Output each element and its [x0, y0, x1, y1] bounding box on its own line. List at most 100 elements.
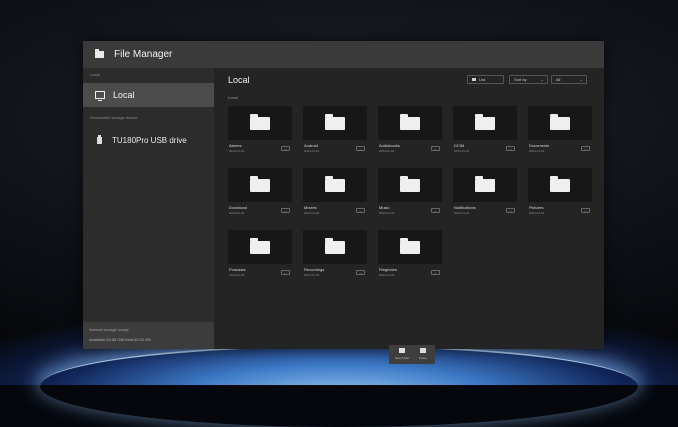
- folder-thumbnail: [303, 230, 367, 264]
- sidebar-item-label: TU180Pro USB drive: [112, 135, 187, 145]
- folder-thumbnail: [378, 168, 442, 202]
- more-options-button[interactable]: ...: [281, 208, 290, 213]
- folder-date: 2024-01-01: [229, 211, 245, 215]
- folder-name: Pictures: [529, 205, 544, 210]
- folder-icon: [95, 49, 104, 58]
- folder-thumbnail: [228, 168, 292, 202]
- folder-icon: [550, 175, 570, 192]
- folder-tile[interactable]: Audiobooks 2024-01-01...: [378, 106, 446, 159]
- title-bar: File Manager: [83, 41, 604, 68]
- more-options-button[interactable]: ...: [281, 270, 290, 275]
- folder-icon: [475, 175, 495, 192]
- folder-tile[interactable]: DCIM 2024-01-01...: [453, 106, 521, 159]
- folder-name: Notifications: [454, 205, 476, 210]
- folder-icon: [550, 113, 570, 130]
- paste-label: Paste: [419, 356, 427, 360]
- folder-thumbnail: [228, 230, 292, 264]
- folder-name: Music: [379, 205, 390, 210]
- paste-button[interactable]: Paste: [413, 347, 433, 362]
- chevron-down-icon: ⌄: [579, 77, 583, 82]
- folder-tile[interactable]: Notifications 2024-01-01...: [453, 168, 521, 221]
- breadcrumb: Local: [228, 95, 238, 100]
- more-options-button[interactable]: ...: [356, 208, 365, 213]
- folder-name: Ringtones: [379, 267, 398, 272]
- folder-tile[interactable]: Recordings 2024-01-01...: [303, 230, 371, 283]
- folder-icon: [250, 113, 270, 130]
- folder-name: Movies: [304, 205, 317, 210]
- folder-date: 2024-01-01: [379, 149, 395, 153]
- usb-drive-icon: [97, 134, 102, 144]
- more-options-button[interactable]: ...: [356, 270, 365, 275]
- folder-tile[interactable]: Alarms 2024-01-01...: [228, 106, 296, 159]
- sidebar-item-label: Local: [113, 90, 135, 100]
- view-mode-label: List: [479, 77, 486, 82]
- sort-dropdown[interactable]: Sort by ⌄: [509, 75, 548, 84]
- folder-icon: [400, 175, 420, 192]
- more-options-button[interactable]: ...: [506, 146, 515, 151]
- monitor-icon: [95, 91, 105, 101]
- folder-thumbnail: [303, 168, 367, 202]
- folder-name: Documents: [529, 143, 550, 148]
- folder-icon: [400, 113, 420, 130]
- folder-name: Android: [304, 143, 318, 148]
- folder-name: Recordings: [304, 267, 325, 272]
- folder-thumbnail: [378, 230, 442, 264]
- sidebar-item-usb-drive[interactable]: TU180Pro USB drive: [83, 131, 214, 149]
- folder-date: 2024-01-01: [379, 273, 395, 277]
- folder-thumbnail: [528, 106, 592, 140]
- paste-icon: [420, 348, 426, 353]
- new-folder-label: New folder: [394, 356, 410, 360]
- folder-date: 2024-01-01: [529, 211, 545, 215]
- folder-icon: [325, 175, 345, 192]
- more-options-button[interactable]: ...: [431, 270, 440, 275]
- sidebar-local-caption: Local: [90, 72, 100, 77]
- chevron-down-icon: ⌄: [540, 77, 544, 82]
- storage-info: Internal storage usage Available:28.58 G…: [83, 322, 214, 349]
- folder-date: 2024-01-01: [304, 149, 320, 153]
- folder-icon: [250, 237, 270, 254]
- more-options-button[interactable]: ...: [506, 208, 515, 213]
- view-mode-button[interactable]: List: [467, 75, 504, 84]
- folder-icon: [400, 237, 420, 254]
- action-bar: New folder Paste: [389, 345, 435, 364]
- folder-tile[interactable]: Download 2024-01-01...: [228, 168, 296, 221]
- more-options-button[interactable]: ...: [581, 146, 590, 151]
- folder-tile[interactable]: Music 2024-01-01...: [378, 168, 446, 221]
- folder-tile[interactable]: Pictures 2024-01-01...: [528, 168, 596, 221]
- new-folder-button[interactable]: New folder: [392, 347, 412, 362]
- folder-name: Podcasts: [229, 267, 246, 272]
- folder-icon: [325, 113, 345, 130]
- filter-label: All: [556, 77, 561, 82]
- more-options-button[interactable]: ...: [431, 146, 440, 151]
- folder-date: 2024-01-01: [229, 149, 245, 153]
- folder-tile[interactable]: Podcasts 2024-01-01...: [228, 230, 296, 283]
- folder-tile[interactable]: Ringtones 2024-01-01...: [378, 230, 446, 283]
- sidebar-removable-caption: Removable storage device: [90, 115, 138, 120]
- more-options-button[interactable]: ...: [356, 146, 365, 151]
- folder-tile[interactable]: Documents 2024-01-01...: [528, 106, 596, 159]
- sort-label: Sort by: [514, 77, 527, 82]
- folder-date: 2024-01-01: [229, 273, 245, 277]
- folder-date: 2024-01-01: [304, 211, 320, 215]
- new-folder-icon: [399, 348, 405, 353]
- more-options-button[interactable]: ...: [281, 146, 290, 151]
- page-title: Local: [228, 75, 250, 85]
- filter-dropdown[interactable]: All ⌄: [551, 75, 587, 84]
- more-options-button[interactable]: ...: [581, 208, 590, 213]
- window-title: File Manager: [114, 49, 173, 60]
- list-view-icon: [472, 78, 476, 81]
- file-manager-window: File Manager Local Local Removable stora…: [83, 41, 604, 364]
- folder-icon: [250, 175, 270, 192]
- folder-date: 2024-01-01: [379, 211, 395, 215]
- folder-thumbnail: [228, 106, 292, 140]
- sidebar-item-local[interactable]: Local: [83, 83, 214, 107]
- folder-date: 2024-01-01: [529, 149, 545, 153]
- folder-thumbnail: [453, 106, 517, 140]
- folder-thumbnail: [453, 168, 517, 202]
- folder-tile[interactable]: Android 2024-01-01...: [303, 106, 371, 159]
- folder-name: Audiobooks: [379, 143, 400, 148]
- sidebar: Local Local Removable storage device TU1…: [83, 68, 214, 349]
- more-options-button[interactable]: ...: [431, 208, 440, 213]
- folder-date: 2024-01-01: [454, 211, 470, 215]
- folder-tile[interactable]: Movies 2024-01-01...: [303, 168, 371, 221]
